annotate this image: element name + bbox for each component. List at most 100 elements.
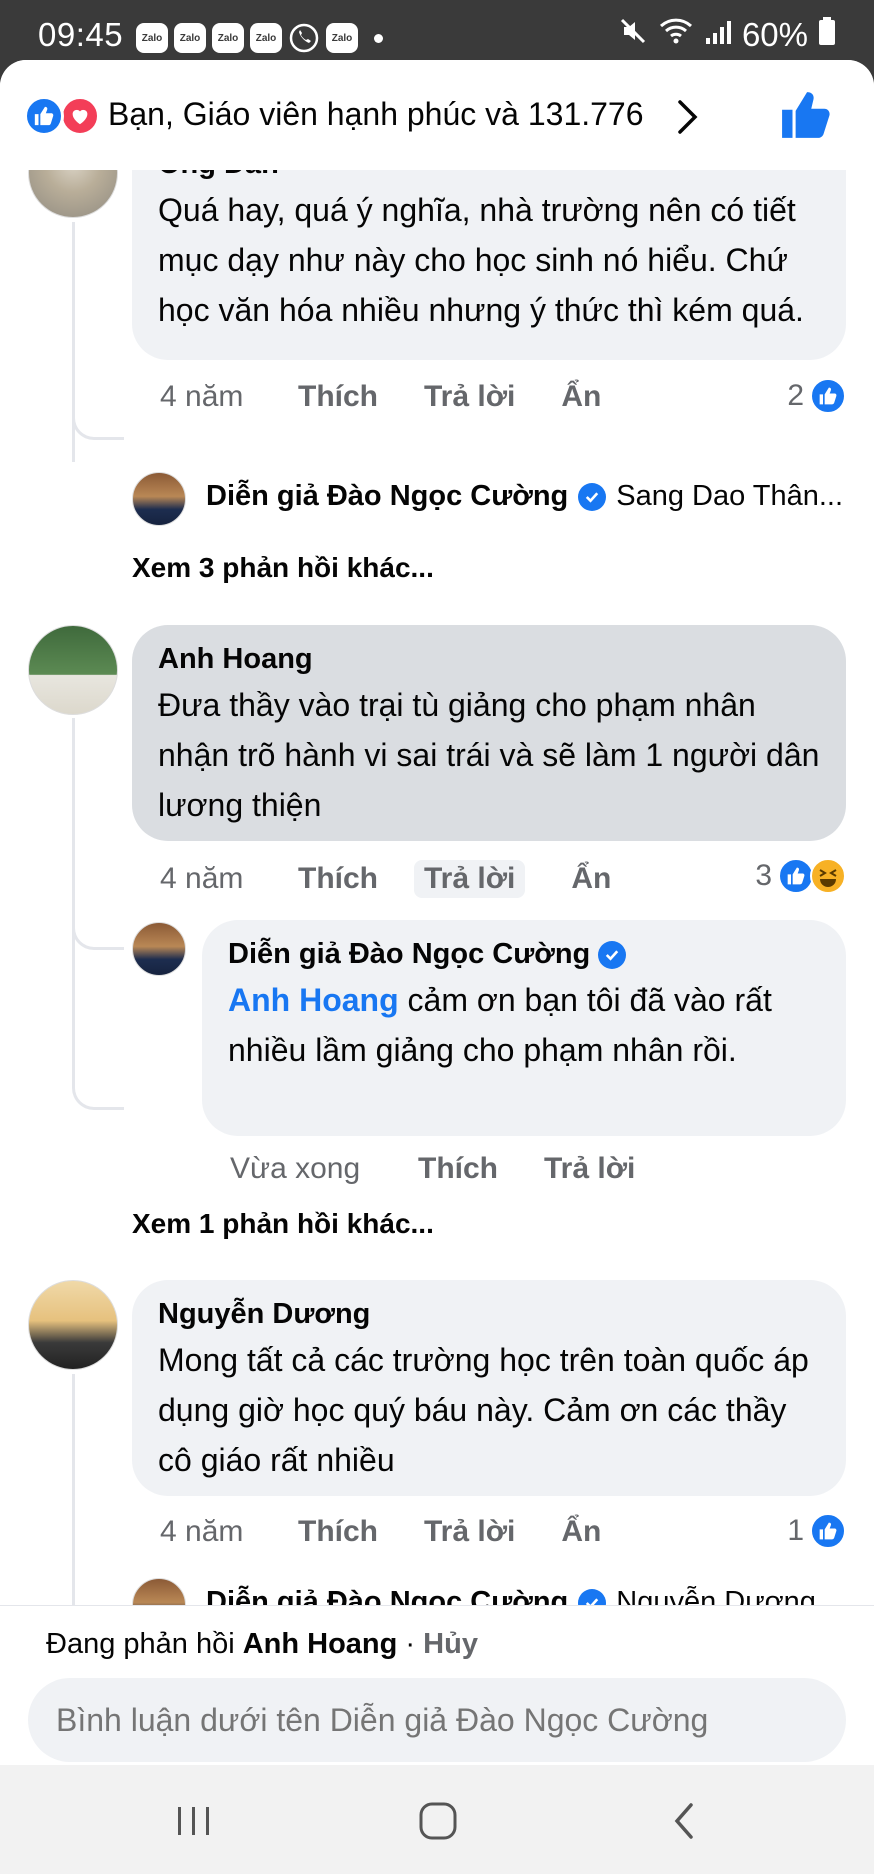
- thread-connector: [72, 370, 124, 440]
- replying-to-name: Anh Hoang: [242, 1628, 398, 1660]
- comment-author[interactable]: Nguyễn Dương: [158, 1298, 820, 1331]
- comment-text: Mong tất cả các trường học trên toàn quố…: [158, 1342, 809, 1478]
- comment-author[interactable]: Anh Hoang: [158, 643, 820, 676]
- reply-preview[interactable]: Diễn giả Đào Ngọc Cường Nguyễn Dương: [206, 1586, 816, 1605]
- reply-snippet: Nguyễn Dương: [616, 1586, 816, 1605]
- comment-text: Đưa thầy vào trại tù giảng cho phạm nhân…: [158, 687, 820, 823]
- mute-icon: [618, 16, 648, 54]
- like-reaction-icon: [778, 858, 814, 894]
- avatar[interactable]: [28, 1280, 118, 1370]
- avatar[interactable]: [28, 625, 118, 715]
- status-time: 09:45: [38, 16, 124, 53]
- comment-time: 4 năm: [160, 380, 244, 413]
- haha-reaction-icon: [810, 858, 846, 894]
- zalo-icon: Zalo: [174, 23, 206, 53]
- zalo-icon: Zalo: [250, 23, 282, 53]
- chevron-right-icon[interactable]: [676, 98, 700, 141]
- replying-separator: ·: [397, 1628, 424, 1660]
- hide-button[interactable]: Ẩn: [571, 862, 611, 896]
- comment-bubble[interactable]: Anh Hoang Đưa thầy vào trại tù giảng cho…: [132, 625, 846, 841]
- reply-button[interactable]: Trả lời: [424, 380, 515, 414]
- reply-time: Vừa xong: [230, 1152, 361, 1185]
- avatar[interactable]: [132, 922, 186, 976]
- like-button[interactable]: Thích: [298, 380, 378, 414]
- reaction-count-number: 2: [787, 379, 804, 412]
- reaction-count[interactable]: 3: [755, 858, 846, 894]
- avatar[interactable]: [28, 170, 118, 218]
- comments-feed[interactable]: Ông Dân Quá hay, quá ý nghĩa, nhà trường…: [0, 170, 874, 1605]
- comment-bubble[interactable]: Nguyễn Dương Mong tất cả các trường học …: [132, 1280, 846, 1496]
- reaction-count[interactable]: 2: [787, 378, 846, 414]
- comment-actions: 4 năm Thích Trả lời Ẩn: [160, 860, 657, 898]
- reply-button[interactable]: Trả lời: [544, 1152, 635, 1186]
- reaction-count-number: 3: [755, 859, 772, 892]
- notification-icons: Zalo Zalo Zalo Zalo Zalo: [136, 22, 383, 54]
- comment-bubble[interactable]: Ông Dân Quá hay, quá ý nghĩa, nhà trường…: [132, 170, 846, 360]
- more-notifications-dot: [374, 33, 383, 43]
- wifi-icon: [658, 16, 694, 54]
- home-button[interactable]: [408, 1795, 468, 1847]
- reply-actions: Vừa xong Thích Trả lời: [230, 1152, 681, 1186]
- zalo-icon: Zalo: [212, 23, 244, 53]
- reply-button[interactable]: Trả lời: [414, 860, 526, 898]
- like-reaction-icon: [810, 378, 846, 414]
- like-post-button[interactable]: [780, 90, 830, 145]
- reply-text: Anh Hoang cảm ơn bạn tôi đã vào rất nhiề…: [228, 975, 820, 1075]
- reply-author[interactable]: Diễn giả Đào Ngọc Cường: [206, 480, 568, 513]
- reply-preview[interactable]: Diễn giả Đào Ngọc Cường Sang Dao Thân...: [206, 480, 843, 513]
- zalo-icon: Zalo: [136, 23, 168, 53]
- reply-author[interactable]: Diễn giả Đào Ngọc Cường: [206, 1586, 568, 1605]
- replying-indicator: Đang phản hồi Anh Hoang · Hủy: [46, 1628, 478, 1661]
- signal-icon: [704, 16, 732, 54]
- verified-badge-icon: [578, 482, 607, 511]
- hide-button[interactable]: Ẩn: [561, 1515, 601, 1549]
- like-reaction-icon: [24, 96, 64, 136]
- status-right: 60%: [618, 16, 836, 54]
- thread-line: [72, 1374, 75, 1605]
- verified-badge-icon: [578, 1588, 607, 1605]
- reply-snippet: Sang Dao Thân...: [616, 480, 844, 512]
- avatar[interactable]: [132, 1578, 186, 1605]
- love-reaction-icon: [60, 96, 100, 136]
- avatar[interactable]: [132, 472, 186, 526]
- zalo-icon: Zalo: [326, 23, 358, 53]
- comment-input[interactable]: [28, 1678, 846, 1762]
- comment-actions: 4 năm Thích Trả lời Ẩn: [160, 380, 647, 414]
- reactions-summary: Bạn, Giáo viên hạnh phúc và 131.776: [108, 96, 644, 132]
- reactions-bar[interactable]: Bạn, Giáo viên hạnh phúc và 131.776: [0, 60, 874, 170]
- hide-button[interactable]: Ẩn: [561, 380, 601, 414]
- view-more-replies[interactable]: Xem 3 phản hồi khác...: [132, 552, 434, 584]
- comment-actions: 4 năm Thích Trả lời Ẩn: [160, 1515, 647, 1549]
- comment-time: 4 năm: [160, 1515, 244, 1548]
- back-button[interactable]: [654, 1795, 714, 1847]
- thread-connector: [72, 870, 124, 950]
- replying-prefix: Đang phản hồi: [46, 1628, 243, 1660]
- comment-text: Quá hay, quá ý nghĩa, nhà trường nên có …: [158, 192, 804, 328]
- battery-text: 60%: [741, 16, 808, 53]
- cancel-reply-button[interactable]: Hủy: [423, 1628, 478, 1660]
- reply-author[interactable]: Diễn giả Đào Ngọc Cường: [228, 938, 820, 971]
- comment-author[interactable]: Ông Dân: [158, 170, 820, 181]
- verified-badge-icon: [598, 940, 627, 969]
- like-button[interactable]: Thích: [298, 862, 378, 896]
- comments-sheet: Bạn, Giáo viên hạnh phúc và 131.776 Ông …: [0, 60, 874, 1765]
- comment-time: 4 năm: [160, 862, 244, 895]
- comment-composer: Đang phản hồi Anh Hoang · Hủy: [0, 1605, 874, 1765]
- mention-link[interactable]: Anh Hoang: [228, 982, 399, 1018]
- viber-phone-icon: [288, 22, 320, 54]
- view-more-replies[interactable]: Xem 1 phản hồi khác...: [132, 1208, 434, 1240]
- like-button[interactable]: Thích: [298, 1515, 378, 1549]
- reaction-icons: [24, 96, 102, 136]
- system-nav-bar: [0, 1765, 874, 1874]
- reaction-count[interactable]: 1: [787, 1513, 846, 1549]
- thread-connector: [72, 950, 124, 1110]
- like-reaction-icon: [810, 1513, 846, 1549]
- reaction-count-number: 1: [787, 1514, 804, 1547]
- recent-apps-button[interactable]: [164, 1795, 224, 1847]
- status-bar: 09:45 Zalo Zalo Zalo Zalo Zalo 60%: [0, 0, 874, 62]
- reply-bubble[interactable]: Diễn giả Đào Ngọc Cường Anh Hoang cảm ơn…: [202, 920, 846, 1136]
- like-button[interactable]: Thích: [418, 1152, 498, 1186]
- reply-author-name[interactable]: Diễn giả Đào Ngọc Cường: [228, 938, 590, 971]
- battery-icon: [818, 16, 836, 54]
- reply-button[interactable]: Trả lời: [424, 1515, 515, 1549]
